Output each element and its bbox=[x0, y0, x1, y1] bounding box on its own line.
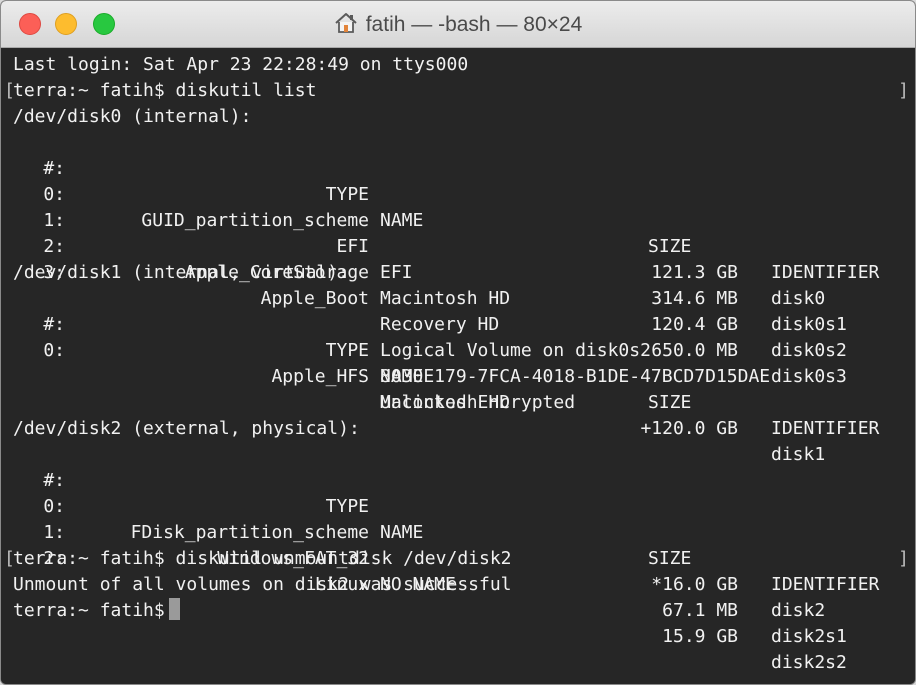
window-title: fatih — -bash — 80×24 bbox=[365, 13, 583, 36]
command-line-unmount: terra:~ fatih$ diskutil unmountdisk /dev… bbox=[13, 548, 512, 569]
volume-info-line: Logical Volume on disk0s2 bbox=[380, 340, 651, 361]
terminal-window: fatih — -bash — 80×24 [ ] [ ] Last login… bbox=[0, 0, 916, 685]
table-header-row: #: TYPE NAME SIZE IDENTIFIER bbox=[1, 442, 915, 595]
partition-id: disk2s1 bbox=[771, 626, 847, 647]
partition-id: disk2 bbox=[771, 600, 826, 621]
partition-size: 15.9 GB bbox=[662, 626, 738, 647]
table-row: 2: Apple_CoreStorage Macintosh HD 120.4 … bbox=[1, 208, 915, 361]
partition-size: +120.0 GB bbox=[640, 418, 738, 439]
table-row: 1: Windows_FAT_32 NO NAME 67.1 MB disk2s… bbox=[1, 494, 915, 647]
table-row: 3: Apple_Boot Recovery HD 650.0 MB disk0… bbox=[1, 234, 915, 387]
disk-header: /dev/disk2 (external, physical): bbox=[13, 418, 360, 439]
prompt-line[interactable]: terra:~ fatih$ bbox=[13, 598, 180, 624]
terminal-content[interactable]: [ ] [ ] Last login: Sat Apr 23 22:28:49 … bbox=[1, 48, 915, 684]
partition-type: Apple_HFS bbox=[271, 366, 369, 387]
command-line-diskutil-list: terra:~ fatih$ diskutil list bbox=[13, 80, 317, 101]
col-size-header: SIZE bbox=[648, 548, 692, 569]
partition-size: 67.1 MB bbox=[662, 600, 738, 621]
table-row: 1: EFI EFI 314.6 MB disk0s1 bbox=[1, 182, 915, 335]
partition-id: disk0s2 bbox=[771, 340, 847, 361]
col-id-header: IDENTIFIER bbox=[771, 574, 880, 595]
table-row: 2: Linux 15.9 GB disk2s2 bbox=[1, 520, 915, 673]
mark-right-bracket: ] bbox=[898, 548, 909, 569]
col-id-header: IDENTIFIER bbox=[771, 418, 880, 439]
window-title-wrap: fatih — -bash — 80×24 bbox=[1, 12, 915, 37]
disk-header: /dev/disk1 (internal, virtual): bbox=[13, 262, 349, 283]
table-row: 0: Apple_HFS Macintosh HD +120.0 GB disk… bbox=[1, 312, 915, 465]
home-icon bbox=[334, 12, 358, 34]
partition-id: disk0s3 bbox=[771, 366, 847, 387]
table-row: 0: GUID_partition_scheme 121.3 GB disk0 bbox=[1, 156, 915, 309]
table-header-row: #: TYPE NAME SIZE IDENTIFIER bbox=[1, 286, 915, 439]
last-login-line: Last login: Sat Apr 23 22:28:49 on ttys0… bbox=[13, 54, 469, 75]
title-bar[interactable]: fatih — -bash — 80×24 bbox=[1, 1, 915, 48]
partition-id: disk2s2 bbox=[771, 652, 847, 673]
col-id-header: IDENTIFIER bbox=[771, 262, 880, 283]
shell-prompt: terra:~ fatih$ bbox=[13, 600, 165, 621]
partition-size: *16.0 GB bbox=[651, 574, 738, 595]
col-size-header: SIZE bbox=[648, 392, 692, 413]
text-cursor bbox=[168, 598, 180, 620]
command-output: Unmount of all volumes on disk2 was succ… bbox=[13, 574, 512, 595]
disk-header: /dev/disk0 (internal): bbox=[13, 106, 252, 127]
partition-name: EFI bbox=[380, 262, 413, 283]
volume-uuid-line: 8030E179-7FCA-4018-B1DE-47BCD7D15DAE bbox=[380, 366, 771, 387]
table-header-row: #: TYPE NAME SIZE IDENTIFIER bbox=[1, 130, 915, 283]
mark-right-bracket: ] bbox=[898, 80, 909, 101]
partition-size: 121.3 GB bbox=[651, 262, 738, 283]
volume-status-line: Unlocked Encrypted bbox=[380, 392, 576, 413]
partition-num: 0: bbox=[43, 340, 65, 361]
table-row: 0: FDisk_partition_scheme *16.0 GB disk2 bbox=[1, 468, 915, 621]
